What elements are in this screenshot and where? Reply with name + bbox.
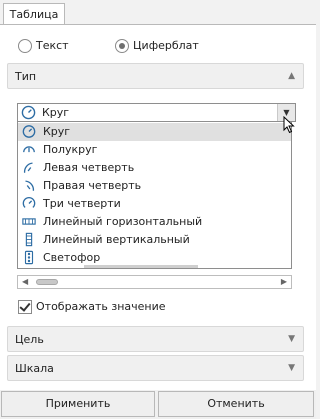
gauge-half-icon: [23, 146, 35, 153]
section-type-header[interactable]: Тип ▲: [7, 63, 304, 89]
list-item-label: Правая четверть: [43, 179, 142, 192]
cancel-button[interactable]: Отменить: [158, 391, 314, 417]
radio-dial-circle[interactable]: [115, 39, 129, 53]
type-combobox-value: Круг: [42, 106, 70, 119]
list-item-label: Три четверти: [43, 197, 121, 210]
radio-text[interactable]: Текст: [18, 39, 88, 53]
linear-horizontal-icon: [22, 218, 36, 225]
action-bar: Применить Отменить: [0, 390, 316, 419]
tab-table[interactable]: Таблица: [3, 3, 65, 25]
chevron-down-icon: ▼: [288, 334, 295, 344]
tab-bar: Таблица: [0, 0, 316, 26]
gauge-circle-icon: [22, 125, 36, 138]
list-item-label: Линейный горизонтальный: [43, 215, 203, 228]
show-value-checkbox[interactable]: [18, 300, 32, 314]
scroll-right-icon[interactable]: ▶: [281, 276, 287, 288]
radio-dial[interactable]: Циферблат: [115, 39, 215, 53]
section-target-header[interactable]: Цель ▼: [7, 326, 304, 352]
list-scroll-indicator[interactable]: [84, 265, 198, 268]
list-item-linear-horizontal[interactable]: Линейный горизонтальный: [18, 213, 291, 231]
list-item-three-quarters[interactable]: Три четверти: [18, 195, 291, 213]
radio-text-circle[interactable]: [18, 39, 32, 53]
horizontal-scrollbar[interactable]: ◀ ▶: [17, 275, 292, 289]
list-item-label: Полукруг: [43, 143, 98, 156]
list-item-label: Круг: [43, 125, 71, 138]
chevron-up-icon: ▲: [288, 71, 295, 81]
section-target-title: Цель: [15, 333, 44, 346]
traffic-light-icon: [24, 250, 34, 265]
list-item-half-circle[interactable]: Полукруг: [18, 141, 291, 159]
list-item-left-quarter[interactable]: Левая четверть: [18, 159, 291, 177]
gauge-three-quarter-icon: [22, 196, 36, 208]
mouse-cursor-icon: [283, 116, 295, 134]
type-combobox[interactable]: Круг ▼: [17, 103, 296, 122]
show-value-label: Отображать значение: [36, 300, 166, 313]
chevron-down-icon: ▼: [288, 363, 295, 373]
linear-vertical-icon: [25, 232, 33, 247]
gauge-circle-icon: [21, 105, 36, 120]
section-scale-header[interactable]: Шкала ▼: [7, 355, 304, 381]
list-item-label: Светофор: [43, 251, 101, 264]
scroll-left-icon[interactable]: ◀: [22, 276, 28, 288]
section-scale-title: Шкала: [15, 362, 54, 375]
display-mode-radio-group: Текст Циферблат: [18, 39, 308, 53]
list-item-label: Левая четверть: [43, 161, 135, 174]
type-dropdown-list: Круг Полукруг Левая четверть Правая четв…: [17, 121, 292, 269]
radio-text-label: Текст: [36, 39, 69, 52]
apply-button[interactable]: Применить: [1, 391, 155, 417]
list-item-right-quarter[interactable]: Правая четверть: [18, 177, 291, 195]
list-item-linear-vertical[interactable]: Линейный вертикальный: [18, 231, 291, 249]
gauge-right-quarter-icon: [25, 180, 35, 191]
section-type-title: Тип: [15, 70, 37, 83]
gauge-left-quarter-icon: [23, 162, 33, 173]
radio-dial-label: Циферблат: [133, 39, 199, 52]
scrollbar-thumb[interactable]: [36, 279, 58, 285]
list-item-circle[interactable]: Круг: [18, 123, 291, 141]
list-item-label: Линейный вертикальный: [43, 233, 190, 246]
